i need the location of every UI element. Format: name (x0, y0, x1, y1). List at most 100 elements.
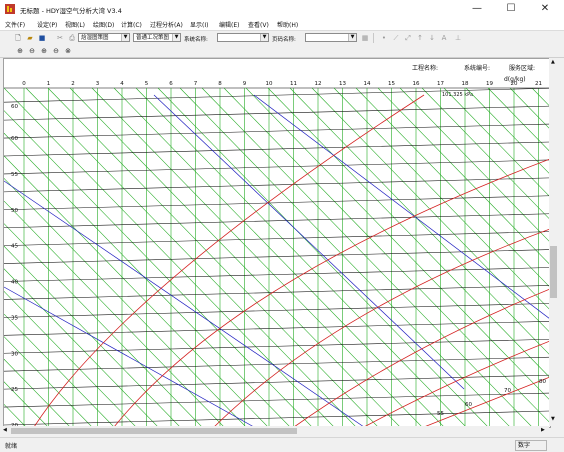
mode-name-select[interactable]: ▼ (305, 33, 357, 42)
menu-draw[interactable]: 绘图(D) (93, 20, 114, 29)
menu-help[interactable]: 帮助(H) (277, 20, 298, 29)
zoom-fit-icon[interactable]: ⊕ (38, 45, 50, 57)
x-tick-label: 21 (535, 81, 542, 87)
y-tick-label: 55 (11, 172, 18, 178)
rh-curve (33, 94, 425, 427)
temperature-line (4, 141, 550, 157)
horizontal-scroll-thumb[interactable] (11, 428, 297, 434)
grid-icon[interactable]: ▦ (359, 32, 371, 44)
condition-select[interactable]: 普通工况策图 ▼ (133, 33, 181, 42)
zoom-out-icon[interactable]: ⊖ (26, 45, 38, 57)
chevron-down-icon: ▼ (260, 34, 268, 41)
zoom-window-icon[interactable]: ⊗ (62, 45, 74, 57)
x-tick-label: 4 (120, 81, 124, 87)
zoom-reset-icon[interactable]: ⊖ (50, 45, 62, 57)
enthalpy-line (4, 245, 181, 427)
save-icon[interactable]: ■ (36, 32, 48, 44)
y-tick-label: 50 (11, 208, 18, 214)
enthalpy-line (421, 87, 550, 220)
x-tick-label: 20 (511, 81, 518, 87)
wetbulb-line (153, 94, 465, 390)
temperature-line (4, 123, 550, 139)
bottom-label: 80 (539, 379, 546, 385)
zoom-in-icon[interactable]: ⊕ (14, 45, 26, 57)
mix-icon[interactable]: ⤢ (402, 32, 414, 44)
temperature-line (4, 410, 550, 426)
y-tick-label: 60 (11, 104, 18, 110)
temperature-line (4, 356, 550, 372)
scroll-up-icon[interactable]: ▲ (551, 59, 555, 65)
separator (373, 33, 374, 43)
psychrometric-chart-area[interactable]: 工程名称: 系统编号: 服务区域: d(g/kg) 101.325 kPa 01… (3, 58, 551, 428)
status-mode: 数字 (515, 440, 547, 451)
cool-icon[interactable]: ↓ (426, 32, 438, 44)
enthalpy-line (4, 110, 313, 427)
menu-file[interactable]: 文件(F) (5, 20, 25, 29)
enthalpy-line (399, 87, 550, 243)
chevron-down-icon: ▼ (172, 34, 180, 41)
bottom-label: 60 (465, 402, 472, 408)
bottom-label: 55 (437, 411, 444, 417)
text-icon[interactable]: A (438, 32, 450, 44)
x-tick-label: 10 (266, 81, 273, 87)
y-tick-label: 35 (11, 315, 18, 321)
menu-process[interactable]: 过程分析(A) (150, 20, 183, 29)
menu-settings[interactable]: 设定(P) (37, 20, 57, 29)
x-tick-label: 6 (169, 81, 173, 87)
maximize-button[interactable]: ☐ (494, 1, 528, 17)
menu-view2[interactable]: 查看(V) (248, 20, 269, 29)
point-icon[interactable]: • (378, 32, 390, 44)
x-tick-label: 0 (22, 81, 26, 87)
vertical-scroll-thumb[interactable] (550, 246, 557, 298)
toolbar-zoom: ⊕ ⊖ ⊕ ⊖ ⊗ (0, 44, 564, 58)
enthalpy-line (135, 87, 467, 427)
line-icon[interactable]: ⟋ (390, 32, 402, 44)
wetbulb-line (4, 180, 365, 427)
measure-icon[interactable]: ⊥ (452, 32, 464, 44)
x-tick-label: 17 (437, 81, 444, 87)
menu-view[interactable]: 视图(L) (65, 20, 85, 29)
enthalpy-line (4, 155, 269, 427)
x-tick-label: 2 (71, 81, 75, 87)
x-tick-label: 7 (194, 81, 198, 87)
temperature-line (4, 303, 550, 318)
x-tick-label: 14 (364, 81, 371, 87)
temperature-line (4, 159, 550, 175)
temperature-line (4, 177, 550, 193)
enthalpy-line (531, 87, 550, 107)
chart-svg: 0 1 2 3 4 5 6 7 8 9 10 11 12 13 14 15 16 17 18 19 20 21606055… (4, 81, 550, 427)
y-tick-label: 25 (11, 387, 18, 393)
heat-icon[interactable]: ↑ (414, 32, 426, 44)
menu-edit[interactable]: 编辑(E) (219, 20, 239, 29)
system-name-select[interactable]: ▼ (217, 33, 269, 42)
print-icon[interactable]: ⎙ (66, 32, 78, 44)
minimize-button[interactable]: — (460, 1, 494, 17)
y-tick-label: 45 (11, 244, 18, 250)
x-tick-label: 9 (243, 81, 247, 87)
temperature-line (4, 267, 550, 282)
y-tick-label: 60 (11, 136, 18, 142)
close-button[interactable]: ✕ (528, 1, 562, 17)
horizontal-scrollbar[interactable]: ◀ ▶ (3, 426, 549, 436)
open-folder-icon[interactable]: ▰ (24, 32, 36, 44)
y-tick-label: 40 (11, 280, 18, 286)
new-file-icon[interactable]: 🗋 (12, 32, 24, 44)
scroll-right-icon[interactable]: ▶ (541, 427, 545, 433)
menu-display[interactable]: 显示(I) (190, 20, 208, 29)
temperature-line (4, 285, 550, 300)
enthalpy-line (4, 87, 335, 427)
x-tick-label: 11 (290, 81, 297, 87)
vertical-scrollbar[interactable]: ▲ ▼ (549, 58, 558, 426)
toolbar-main: 🗋 ▰ ■ ✂ ⎙ 焓湿图策图 ▼ 普通工况策图 ▼ 系统名称: ▼ 页码名称:… (0, 30, 564, 45)
menu-calc[interactable]: 计算(C) (121, 20, 142, 29)
x-tick-label: 19 (486, 81, 493, 87)
scroll-down-icon[interactable]: ▼ (551, 416, 555, 422)
enthalpy-line (25, 87, 357, 427)
window-title: 无标题 - HDY湿空气分析大湾 V3.4 (20, 7, 122, 15)
cut-icon[interactable]: ✂ (54, 32, 66, 44)
x-tick-label: 3 (96, 81, 100, 87)
chart-type-select[interactable]: 焓湿图策图 ▼ (78, 33, 130, 42)
chevron-down-icon: ▼ (348, 34, 356, 41)
scroll-left-icon[interactable]: ◀ (3, 427, 7, 433)
enthalpy-line (157, 87, 489, 427)
